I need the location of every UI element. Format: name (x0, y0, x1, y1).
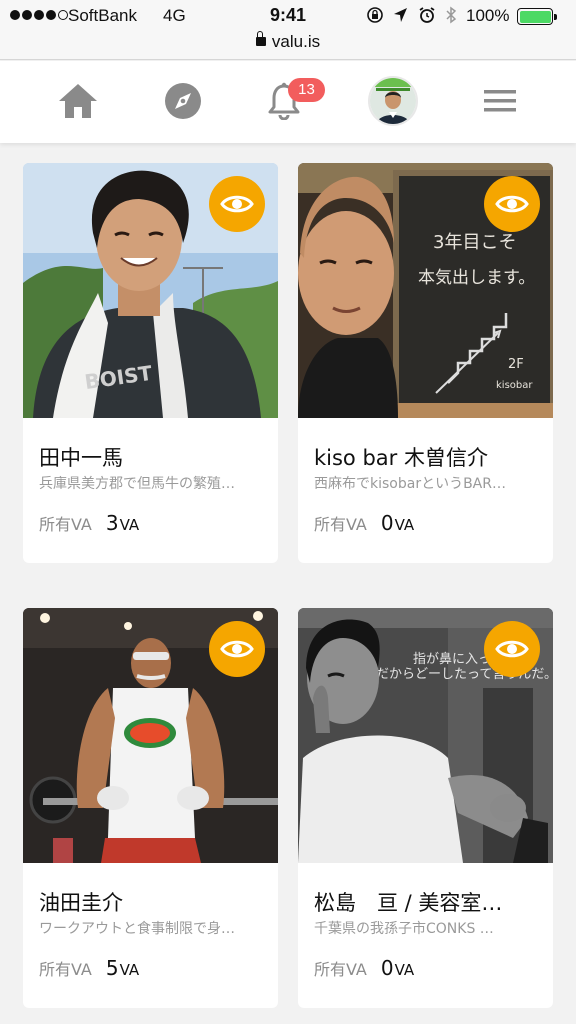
owned-va-stat: 所有VA 3 VA (39, 511, 139, 535)
home-icon (59, 84, 97, 118)
url-bar[interactable]: valu.is (0, 30, 576, 60)
menu-button[interactable] (478, 79, 522, 123)
rotation-lock-icon (366, 6, 383, 24)
user-card[interactable]: BOIST 田中一馬 兵庫県美方郡で但馬牛の繁殖… 所有VA 3 VA (23, 163, 278, 563)
user-card[interactable]: 油田圭介 ワークアウトと食事制限で身… 所有VA 5 VA (23, 608, 278, 1008)
owned-va-unit: VA (394, 516, 415, 534)
chalkboard-line-1: 3年目こそ (433, 232, 516, 253)
eye-icon (495, 640, 529, 658)
bluetooth-icon (444, 6, 460, 24)
alarm-icon (418, 6, 435, 24)
watch-button[interactable] (209, 621, 265, 677)
user-name: 油田圭介 (39, 891, 123, 915)
compass-icon (165, 83, 201, 119)
chalkboard-line-4: kisobar (496, 380, 533, 391)
owned-va-value: 3 (105, 511, 119, 535)
owned-va-stat: 所有VA 5 VA (39, 956, 139, 980)
app-navigation: 13 (0, 61, 576, 143)
status-bar: SoftBank 4G 9:41 100% (0, 0, 576, 32)
notification-count-badge: 13 (288, 78, 325, 102)
watch-button[interactable] (209, 176, 265, 232)
eye-icon (220, 195, 254, 213)
owned-va-label: 所有VA (314, 960, 367, 979)
owned-va-value: 0 (380, 956, 394, 980)
owned-va-stat: 所有VA 0 VA (314, 511, 414, 535)
url-domain: valu.is (271, 32, 321, 51)
owned-va-unit: VA (119, 961, 140, 979)
owned-va-value: 0 (380, 511, 394, 535)
avatar[interactable] (368, 76, 418, 126)
owned-va-label: 所有VA (39, 960, 92, 979)
owned-va-value: 5 (105, 956, 119, 980)
home-button[interactable] (56, 79, 100, 123)
user-description: ワークアウトと食事制限で身… (39, 921, 235, 937)
watch-button[interactable] (484, 176, 540, 232)
eye-icon (495, 195, 529, 213)
user-card[interactable]: 指が鼻に入ってるっ だからどーしたって言うんだ。 松島 亘 / 美容室… 千葉県… (298, 608, 553, 1008)
chalkboard-line-2: 本気出します。 (418, 268, 535, 288)
user-name: 松島 亘 / 美容室… (314, 891, 503, 915)
eye-icon (220, 640, 254, 658)
owned-va-stat: 所有VA 0 VA (314, 956, 414, 980)
explore-button[interactable] (161, 79, 205, 123)
owned-va-unit: VA (119, 516, 140, 534)
user-name: 田中一馬 (39, 446, 123, 470)
user-name: kiso bar 木曽信介 (314, 446, 488, 470)
owned-va-label: 所有VA (39, 515, 92, 534)
user-description: 千葉県の我孫子市CONKS … (314, 921, 494, 937)
location-arrow-icon (392, 6, 408, 24)
battery-percentage: 100% (466, 6, 510, 25)
user-description: 兵庫県美方郡で但馬牛の繁殖… (39, 476, 235, 492)
user-description: 西麻布でkisobarというBAR… (314, 476, 506, 492)
menu-icon (484, 90, 516, 112)
owned-va-unit: VA (394, 961, 415, 979)
owned-va-label: 所有VA (314, 515, 367, 534)
user-card[interactable]: 3年目こそ 本気出します。 2F kisobar kiso bar 木曽信介 西… (298, 163, 553, 563)
battery-icon (517, 8, 557, 25)
chalkboard-line-3: 2F (508, 357, 524, 372)
lock-icon (255, 31, 266, 46)
watch-button[interactable] (484, 621, 540, 677)
